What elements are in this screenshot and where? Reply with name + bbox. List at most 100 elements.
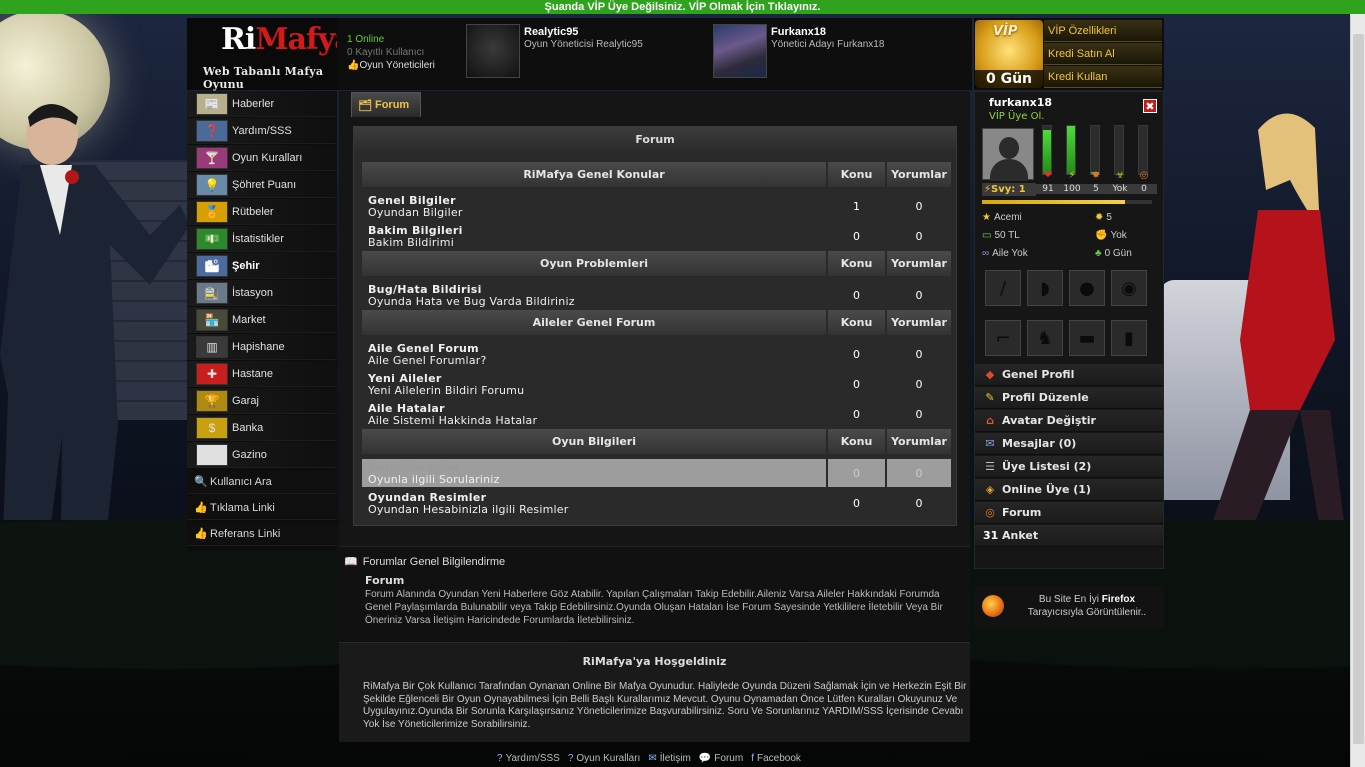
- forum-box: Forum RiMafya Genel Konular Konu Yorumlar G…: [353, 126, 957, 526]
- stats-icon: 💵: [196, 227, 228, 250]
- forum-row[interactable]: Genel Bilgiler Oyundan Bilgiler 1 0: [362, 192, 951, 222]
- station-icon: 🚉: [196, 281, 228, 304]
- forum-row[interactable]: Aile Genel Forum Aile Genel Forumlar? 0 0: [362, 340, 951, 370]
- site-logo[interactable]: RiMafya Web Tabanlı Mafya Oyunu: [187, 18, 354, 91]
- user-menu-item[interactable]: ◎ Forum: [975, 502, 1163, 524]
- nav-link[interactable]: 🔍 Kullanıcı Ara: [187, 470, 337, 494]
- vip-coin-badge[interactable]: VİP 0 Gün: [975, 20, 1043, 88]
- forum-row-topics: 0: [853, 408, 860, 421]
- heart-icon: ❤: [1043, 170, 1053, 181]
- user-menu-item[interactable]: ✉ Mesajlar (0): [975, 433, 1163, 455]
- nav-item[interactable]: 🏅 Rütbeler: [187, 199, 337, 225]
- nav-item[interactable]: 📰 Haberler: [187, 91, 337, 117]
- staff-avatar[interactable]: [713, 24, 767, 78]
- pistol-slot-icon[interactable]: ⌐: [985, 320, 1021, 356]
- forum-row-topics: 0: [853, 467, 860, 480]
- poll-icon: 31: [983, 529, 999, 542]
- admins-link[interactable]: 👍Oyun Yöneticileri: [347, 59, 435, 72]
- target-icon: ◎: [1139, 170, 1149, 181]
- avatar[interactable]: [982, 128, 1034, 181]
- footer-link[interactable]: ? Yardım/SSS: [497, 753, 560, 767]
- car-slot-icon[interactable]: ▬: [1069, 320, 1105, 356]
- thumb-icon: 👍: [194, 528, 208, 540]
- col-topics: Konu: [828, 162, 885, 187]
- nav-item[interactable]: 🏙 Şehir: [187, 253, 337, 279]
- vip-features-link[interactable]: VİP Özellikleri: [1044, 20, 1162, 42]
- knife-slot-icon[interactable]: /: [985, 270, 1021, 306]
- xp-bar: [982, 200, 1152, 204]
- edit-icon: ✎: [985, 391, 995, 404]
- nav-item[interactable]: ✚ Hastane: [187, 361, 337, 387]
- welcome-title: RiMafya'ya Hoşgeldiniz: [582, 655, 727, 668]
- nav-item[interactable]: 🏪 Market: [187, 307, 337, 333]
- thumb-icon: 👍: [347, 60, 360, 71]
- level-badge: ⚡Svy: 1: [982, 183, 1036, 196]
- city-icon: 🏙: [196, 254, 228, 277]
- forum-section-header: Oyun Problemleri Konu Yorumlar: [362, 251, 951, 276]
- nav-item-label: Rütbeler: [232, 205, 274, 218]
- user-menu-item[interactable]: ◈ Online Üye (1): [975, 479, 1163, 501]
- buy-credit-link[interactable]: Kredi Satın Al: [1044, 43, 1162, 65]
- nav-item[interactable]: 🂡 Gazino: [187, 442, 337, 468]
- nav-link-label: Kullanıcı Ara: [210, 475, 272, 488]
- user-menu-item[interactable]: ⌂ Avatar Değiştir: [975, 410, 1163, 432]
- forum-row[interactable]: Soru-Cevaplar Oyunla ilgili Sorulariniz 0 0: [362, 459, 951, 489]
- nav-item[interactable]: 🍸 Oyun Kuralları: [187, 145, 337, 171]
- forum-row[interactable]: Oyundan Resimler Oyundan Hesabinizla ilgi…: [362, 489, 951, 519]
- nav-item[interactable]: 💡 Şöhret Puanı: [187, 172, 337, 198]
- clover-icon: ♣: [1095, 248, 1102, 259]
- footer-link[interactable]: ✉ İletişim: [648, 753, 691, 767]
- page-scrollbar[interactable]: [1350, 14, 1365, 767]
- user-menu-item[interactable]: ☰ Üye Listesi (2): [975, 456, 1163, 478]
- nav-link[interactable]: 👍 Referans Linki: [187, 522, 337, 546]
- grenade-slot-icon[interactable]: ◉: [1111, 270, 1147, 306]
- staff-name[interactable]: Realytic95: [524, 26, 578, 38]
- helmet-slot-icon[interactable]: ◗: [1027, 270, 1063, 306]
- casino-icon: 🂡: [196, 443, 228, 466]
- vip-notice-bar[interactable]: Şuanda VİP Üye Değilsiniz. VİP Olmak İçi…: [0, 0, 1365, 14]
- vip-join-link[interactable]: VİP Üye Ol.: [989, 111, 1044, 122]
- dog-slot-icon[interactable]: ♞: [1027, 320, 1063, 356]
- user-menu-item[interactable]: ◆ Genel Profil: [975, 364, 1163, 386]
- ranks-icon: 🏅: [196, 200, 228, 223]
- forum-row[interactable]: Yeni Aileler Yeni Ailelerin Bildiri Forum…: [362, 370, 951, 400]
- section-name: RiMafya Genel Konular: [362, 162, 826, 187]
- nav-item[interactable]: ▥ Hapishane: [187, 334, 337, 360]
- nav-item-label: İstasyon: [232, 286, 273, 299]
- online-count[interactable]: 1 Online: [347, 33, 435, 46]
- forum-row[interactable]: Aile Hatalar Aile Sistemi Hakkinda Hatala…: [362, 400, 951, 430]
- nav-item[interactable]: $ Banka: [187, 415, 337, 441]
- nav-item[interactable]: 🏆 Garaj: [187, 388, 337, 414]
- tab-forum[interactable]: 🗂 Forum: [351, 92, 421, 117]
- status-bar-value: 0: [1131, 184, 1157, 194]
- use-credit-link[interactable]: Kredi Kullan: [1044, 66, 1162, 88]
- user-menu-item[interactable]: ✎ Profil Düzenle: [975, 387, 1163, 409]
- nav-link[interactable]: 👍 Tıklama Linki: [187, 496, 337, 520]
- footer-link[interactable]: f Facebook: [751, 753, 801, 767]
- footer-link[interactable]: 💬 Forum: [699, 753, 743, 767]
- forum-row[interactable]: Bakim Bilgileri Bakim Bildirimi 0 0: [362, 222, 951, 252]
- forum-row-topics: 0: [853, 289, 860, 302]
- vip-notice-text[interactable]: Şuanda VİP Üye Değilsiniz. VİP Olmak İçi…: [545, 1, 821, 13]
- staff-avatar[interactable]: [466, 24, 520, 78]
- status-bar-value: Yok: [1107, 184, 1133, 194]
- user-menu-item[interactable]: 31 Anket: [975, 525, 1163, 547]
- scrollbar-thumb[interactable]: [1353, 34, 1364, 744]
- user-menu-label: Avatar Değiştir: [1002, 414, 1096, 427]
- forum-row[interactable]: Bug/Hata Bildirisi Oyunda Hata ve Bug Var…: [362, 281, 951, 311]
- nav-item[interactable]: ❓ Yardım/SSS: [187, 118, 337, 144]
- footer-link[interactable]: ? Oyun Kuralları: [568, 753, 640, 767]
- username[interactable]: furkanx18: [989, 96, 1052, 109]
- rules-icon: 🍸: [196, 146, 228, 169]
- help-icon: ❓: [196, 119, 228, 142]
- nav-item[interactable]: 🚉 İstasyon: [187, 280, 337, 306]
- vest-slot-icon[interactable]: ▮: [1111, 320, 1147, 356]
- forum-row-topics: 1: [853, 200, 860, 213]
- staff-name[interactable]: Furkanx18: [771, 26, 826, 38]
- nav-item-label: Şehir: [232, 259, 260, 272]
- forum-row-comments: 0: [915, 408, 923, 421]
- nav-item[interactable]: 💵 İstatistikler: [187, 226, 337, 252]
- close-icon[interactable]: ✖: [1143, 99, 1157, 113]
- bomb-slot-icon[interactable]: ●: [1069, 270, 1105, 306]
- forum-row-comments: 0: [915, 200, 923, 213]
